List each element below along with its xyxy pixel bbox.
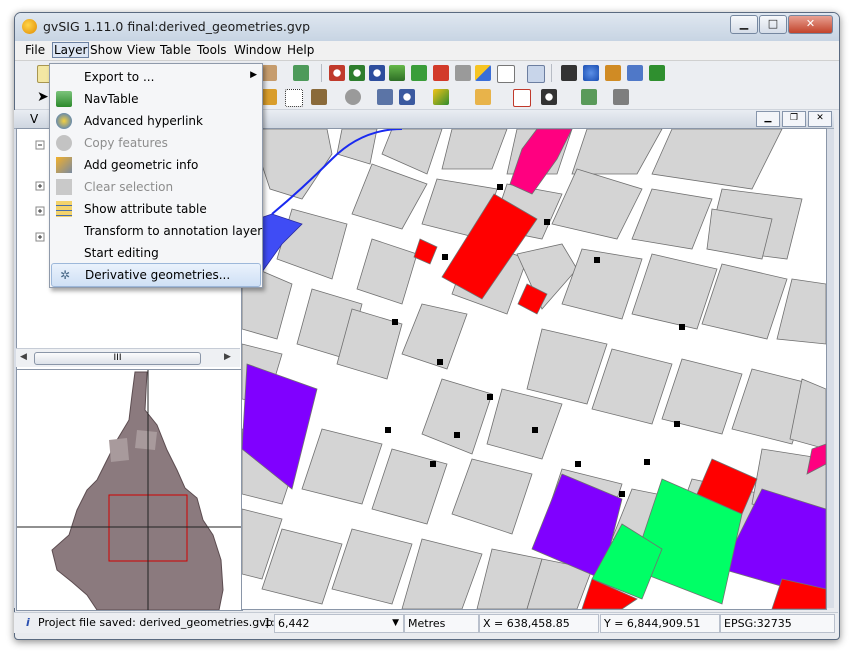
- menu-tools[interactable]: Tools: [197, 43, 227, 57]
- export-icon[interactable]: [581, 89, 597, 105]
- view-minimize-button[interactable]: ▁: [756, 111, 780, 127]
- submenu-arrow-icon: ▶: [250, 70, 257, 80]
- maximize-icon: □: [767, 17, 779, 30]
- tool-icon[interactable]: [261, 65, 277, 81]
- menu-item-copy-features[interactable]: Copy features: [51, 132, 261, 154]
- zoom-out-icon[interactable]: [369, 65, 385, 81]
- measure-area-icon[interactable]: [627, 65, 643, 81]
- minimize-icon: ▁: [739, 17, 749, 30]
- locate-icon[interactable]: [377, 89, 393, 105]
- select-rectangle-icon[interactable]: [285, 89, 303, 107]
- previous-zoom-icon[interactable]: [455, 65, 471, 81]
- info-icon: i: [26, 616, 30, 629]
- close-icon: ✕: [816, 113, 824, 123]
- menu-show[interactable]: Show: [90, 43, 122, 57]
- zoom-select-icon[interactable]: [411, 65, 427, 81]
- minimize-icon: ▁: [764, 113, 772, 123]
- zoom-layer-icon[interactable]: [433, 65, 449, 81]
- close-icon: ✕: [805, 17, 816, 30]
- minimize-button[interactable]: ▁: [730, 15, 758, 34]
- geometric-info-icon: [56, 157, 72, 173]
- scale-value: 6,442: [278, 617, 310, 630]
- status-bar: i Project file saved: derived_geometries…: [14, 612, 838, 633]
- menu-item-transform-annotation[interactable]: Transform to annotation layer: [51, 220, 262, 242]
- zoom-in-icon[interactable]: [349, 65, 365, 81]
- raster-icon[interactable]: [433, 89, 449, 105]
- locator-map[interactable]: [16, 369, 243, 611]
- scale-combobox[interactable]: 6,442 ▼: [274, 614, 404, 633]
- menu-file[interactable]: File: [25, 43, 45, 57]
- title-bar[interactable]: gvSIG 1.11.0 final:derived_geometries.gv…: [15, 13, 839, 42]
- y-coordinate: Y = 6,844,909.51: [600, 614, 720, 633]
- menu-bar: File Layer Show View Table Tools Window …: [15, 41, 839, 61]
- view-restore-button[interactable]: ❐: [782, 111, 806, 127]
- menu-item-clear-selection[interactable]: Clear selection: [51, 176, 261, 198]
- layer-menu-dropdown: Export to ... ▶ NavTable Advanced hyperl…: [49, 63, 263, 288]
- geoprocess-icon[interactable]: [345, 89, 361, 105]
- map-svg: [242, 129, 826, 609]
- select-tool-icon[interactable]: [261, 89, 277, 105]
- menu-item-show-attribute-table[interactable]: Show attribute table: [51, 198, 261, 220]
- menu-item-export-to[interactable]: Export to ... ▶: [51, 66, 261, 88]
- measure-distance-icon[interactable]: [605, 65, 621, 81]
- menu-item-derivative-geometries[interactable]: ✲ Derivative geometries...: [51, 263, 261, 287]
- exit-icon[interactable]: [613, 89, 629, 105]
- menu-item-navtable[interactable]: NavTable: [51, 88, 261, 110]
- units-field: Metres: [404, 614, 479, 633]
- view-title: V: [30, 112, 39, 126]
- menu-help[interactable]: Help: [287, 43, 314, 57]
- select-by-info-icon[interactable]: [561, 65, 577, 81]
- hyperlink-tool-icon[interactable]: [649, 65, 665, 81]
- locator-svg: [17, 370, 242, 610]
- search-icon[interactable]: [399, 89, 415, 105]
- menu-item-add-geometric-info[interactable]: Add geometric info: [51, 154, 261, 176]
- menu-item-start-editing[interactable]: Start editing: [51, 242, 261, 264]
- edit-icon[interactable]: [475, 89, 491, 105]
- menu-window[interactable]: Window: [234, 43, 281, 57]
- close-button[interactable]: ✕: [788, 15, 833, 34]
- toc-scrollbar[interactable]: ◀ III ▶: [16, 348, 240, 367]
- derivative-geometries-icon: ✲: [59, 268, 71, 282]
- view-close-button[interactable]: ✕: [808, 111, 832, 127]
- maximize-button[interactable]: □: [759, 15, 787, 34]
- menu-view[interactable]: View: [127, 43, 155, 57]
- magnifier-icon[interactable]: [541, 89, 557, 105]
- x-coordinate: X = 638,458.85: [479, 614, 599, 633]
- info-bubble-icon[interactable]: [527, 65, 545, 83]
- scroll-thumb[interactable]: III: [34, 352, 201, 365]
- scroll-left-icon[interactable]: ◀: [20, 352, 27, 362]
- navtable-icon: [56, 91, 72, 107]
- zoom-in-red-icon[interactable]: [329, 65, 345, 81]
- scroll-right-icon[interactable]: ▶: [224, 352, 231, 362]
- attribute-table-icon: [56, 201, 72, 217]
- hyperlink-icon: [56, 113, 72, 129]
- clear-selection-icon: [56, 179, 72, 195]
- info-icon[interactable]: [583, 65, 599, 81]
- full-extent-icon[interactable]: [389, 65, 405, 81]
- map-canvas[interactable]: [241, 128, 827, 610]
- tools-icon[interactable]: [311, 89, 327, 105]
- chevron-down-icon[interactable]: ▼: [392, 615, 399, 632]
- crs-field: EPSG:32735: [720, 614, 835, 633]
- restore-icon: ❐: [789, 113, 799, 123]
- pan-icon[interactable]: [497, 65, 515, 83]
- window-title: gvSIG 1.11.0 final:derived_geometries.gv…: [43, 19, 311, 34]
- zoom-map-icon[interactable]: [475, 65, 491, 81]
- status-message: Project file saved: derived_geometries.g…: [38, 616, 273, 629]
- load-layer-icon[interactable]: [293, 65, 309, 81]
- gvsig-icon: [22, 19, 37, 34]
- city-outline: [51, 371, 224, 610]
- menu-layer[interactable]: Layer: [52, 42, 90, 58]
- menu-table[interactable]: Table: [160, 43, 191, 57]
- frame-icon[interactable]: [513, 89, 531, 107]
- menu-item-advanced-hyperlink[interactable]: Advanced hyperlink: [51, 110, 261, 132]
- copy-features-icon: [56, 135, 72, 151]
